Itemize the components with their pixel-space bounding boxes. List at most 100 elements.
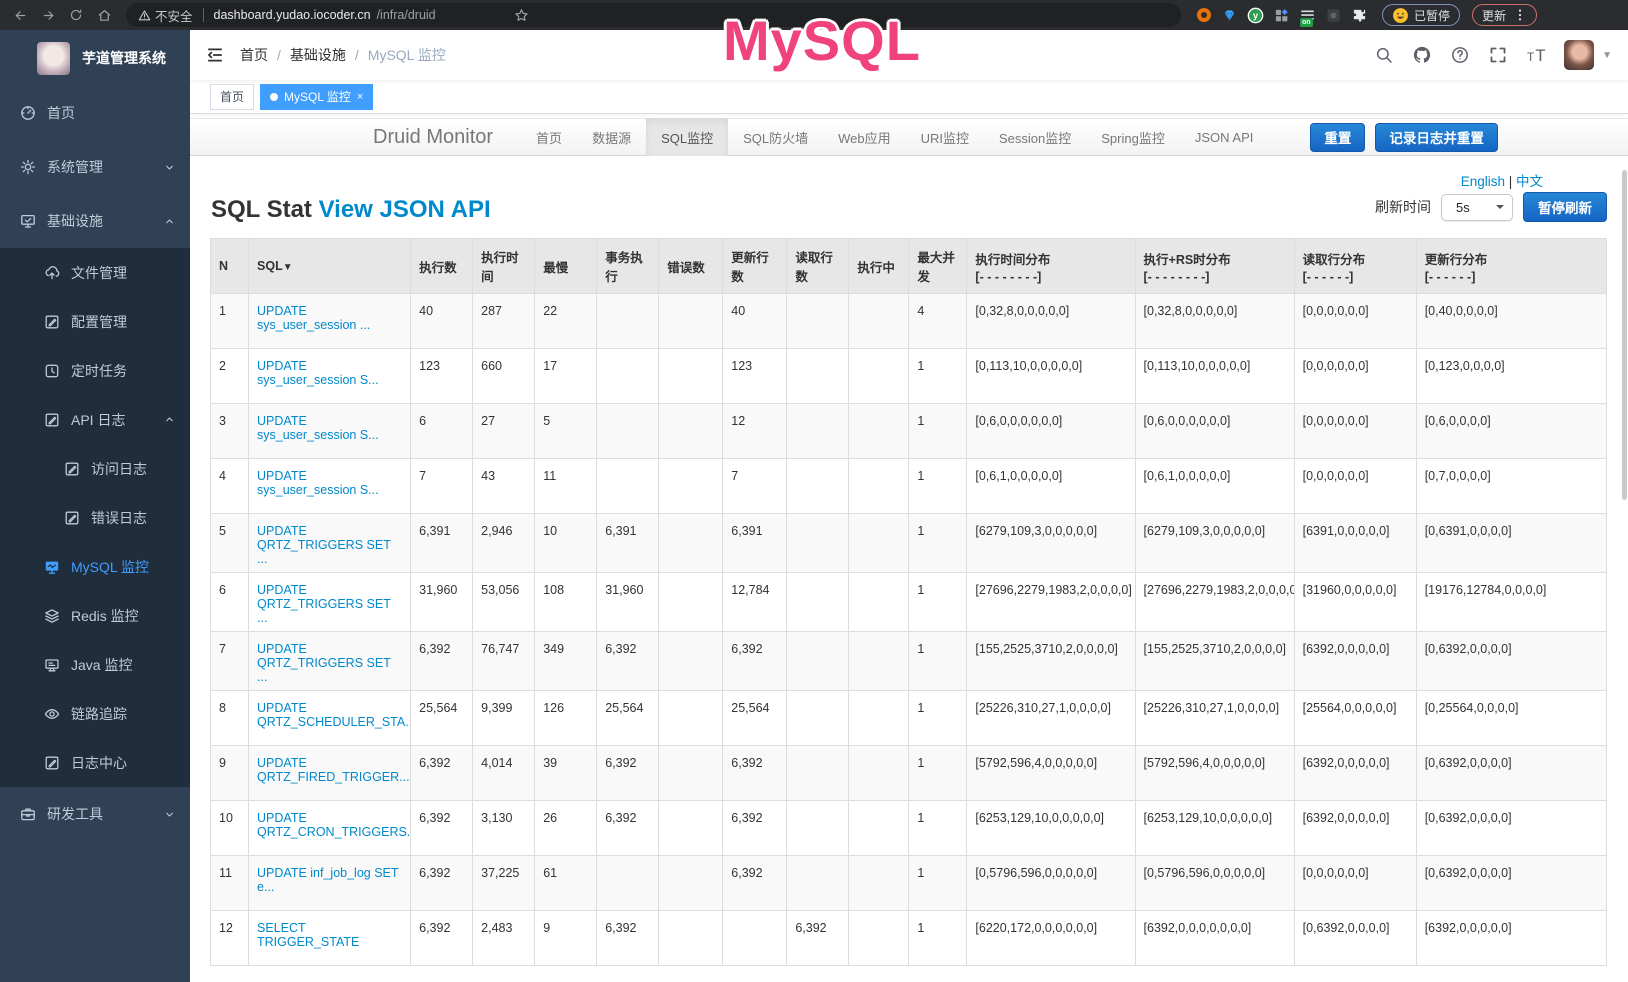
font-size-icon[interactable]: TT [1524, 46, 1548, 65]
druid-tab-4[interactable]: Web应用 [823, 118, 906, 156]
sidebar-item-10[interactable]: Redis 监控 [0, 591, 190, 640]
extensions-puzzle-icon[interactable] [1351, 7, 1368, 24]
column-header[interactable]: 读取行数 [787, 239, 849, 294]
column-header[interactable]: 读取行分布[- - - - - -] [1294, 239, 1416, 294]
column-header[interactable]: 事务执行 [597, 239, 659, 294]
sidebar-item-6[interactable]: API 日志 [0, 395, 190, 444]
druid-tab-5[interactable]: URI监控 [906, 118, 984, 156]
sidebar-item-5[interactable]: 定时任务 [0, 346, 190, 395]
log-and-reset-button[interactable]: 记录日志并重置 [1375, 123, 1498, 152]
extension-gem-icon[interactable] [1221, 7, 1238, 24]
lang-english-link[interactable]: English [1461, 174, 1505, 189]
user-caret-down-icon[interactable]: ▼ [1602, 50, 1612, 61]
sql-link[interactable]: UPDATE sys_user_session S... [257, 469, 379, 497]
extension-y-icon[interactable]: y [1247, 7, 1264, 24]
github-icon[interactable] [1410, 46, 1434, 64]
sql-link[interactable]: UPDATE sys_user_session S... [257, 414, 379, 442]
druid-tab-7[interactable]: Spring监控 [1086, 118, 1180, 156]
druid-tab-8[interactable]: JSON API [1180, 118, 1269, 156]
sidebar-item-4[interactable]: 配置管理 [0, 297, 190, 346]
refresh-interval-select[interactable]: 5s [1441, 194, 1513, 221]
sidebar-item-2[interactable]: 基础设施 [0, 194, 190, 248]
sql-link[interactable]: UPDATE QRTZ_TRIGGERS SET ... [257, 524, 391, 566]
sidebar-item-14[interactable]: 研发工具 [0, 787, 190, 841]
sql-cell: UPDATE inf_job_log SET e... [249, 856, 411, 911]
column-header[interactable]: 错误数 [659, 239, 723, 294]
page-scrollbar[interactable] [1622, 170, 1627, 500]
user-avatar[interactable] [1564, 40, 1594, 70]
address-bar[interactable]: 不安全 dashboard.yudao.iocoder.cn/infra/dru… [126, 3, 1181, 27]
column-header[interactable]: SQL▼ [249, 239, 411, 294]
druid-tab-2[interactable]: SQL监控 [646, 118, 728, 156]
data-cell: 37,225 [473, 856, 535, 911]
druid-tab-1[interactable]: 数据源 [577, 118, 646, 156]
extension-donut-icon[interactable] [1195, 7, 1212, 24]
sql-link[interactable]: UPDATE sys_user_session ... [257, 304, 370, 332]
kebab-menu-icon[interactable] [1513, 8, 1527, 22]
extension-dark-icon[interactable] [1325, 7, 1342, 24]
sidebar-item-0[interactable]: 首页 [0, 86, 190, 140]
sql-link[interactable]: UPDATE QRTZ_FIRED_TRIGGER... [257, 756, 410, 784]
column-header[interactable]: 执行中 [849, 239, 909, 294]
profile-paused-pill[interactable]: 已暂停 [1382, 4, 1460, 26]
sql-link[interactable]: UPDATE QRTZ_TRIGGERS SET ... [257, 642, 391, 684]
column-header[interactable]: 最大并发 [909, 239, 967, 294]
pause-refresh-button[interactable]: 暂停刷新 [1523, 192, 1607, 222]
column-header[interactable]: 更新行分布[- - - - - -] [1416, 239, 1606, 294]
data-cell [659, 856, 723, 911]
sql-link[interactable]: UPDATE QRTZ_SCHEDULER_STA... [257, 701, 411, 729]
back-icon[interactable] [8, 3, 32, 27]
column-header[interactable]: 执行时间 [473, 239, 535, 294]
chevron-down-icon [163, 161, 176, 174]
data-cell: 31,960 [411, 573, 473, 632]
sidebar-item-12[interactable]: 链路追踪 [0, 689, 190, 738]
search-icon[interactable] [1372, 46, 1396, 64]
forward-icon[interactable] [36, 3, 60, 27]
extension-list-icon[interactable]: on [1299, 7, 1316, 24]
sql-link[interactable]: UPDATE QRTZ_CRON_TRIGGERS... [257, 811, 411, 839]
sidebar-fold-icon[interactable] [206, 46, 224, 64]
reload-icon[interactable] [64, 3, 88, 27]
sidebar-item-7[interactable]: 访问日志 [0, 444, 190, 493]
sidebar-item-11[interactable]: Java 监控 [0, 640, 190, 689]
lang-chinese-link[interactable]: 中文 [1516, 174, 1543, 189]
data-cell: [5792,596,4,0,0,0,0,0] [1135, 746, 1294, 801]
column-header[interactable]: N [211, 239, 249, 294]
druid-tab-6[interactable]: Session监控 [984, 118, 1086, 156]
fullscreen-icon[interactable] [1486, 46, 1510, 64]
druid-brand[interactable]: Druid Monitor [373, 126, 493, 149]
sidebar-item-9[interactable]: MySQL 监控 [0, 542, 190, 591]
sidebar-item-1[interactable]: 系统管理 [0, 140, 190, 194]
security-warning[interactable]: 不安全 [138, 6, 193, 25]
tag-0[interactable]: 首页 [210, 84, 254, 110]
sql-link[interactable]: SELECT TRIGGER_STATE [257, 921, 359, 949]
column-header[interactable]: 执行+RS时分布[- - - - - - - -] [1135, 239, 1294, 294]
home-icon[interactable] [92, 3, 116, 27]
column-header[interactable]: 执行时间分布[- - - - - - - -] [967, 239, 1135, 294]
sidebar-item-13[interactable]: 日志中心 [0, 738, 190, 787]
sidebar-item-8[interactable]: 错误日志 [0, 493, 190, 542]
column-header[interactable]: 最慢 [535, 239, 597, 294]
tag-close-icon[interactable]: × [357, 91, 363, 103]
breadcrumb-home[interactable]: 首页 [240, 45, 268, 65]
sql-link[interactable]: UPDATE sys_user_session S... [257, 359, 379, 387]
breadcrumb-infra[interactable]: 基础设施 [290, 45, 346, 65]
extension-blocks-icon[interactable] [1273, 7, 1290, 24]
sql-link[interactable]: UPDATE QRTZ_TRIGGERS SET ... [257, 583, 391, 625]
reset-button[interactable]: 重置 [1310, 123, 1365, 152]
data-cell: 25,564 [411, 691, 473, 746]
tag-1[interactable]: MySQL 监控× [260, 84, 373, 110]
browser-update-pill[interactable]: 更新 [1472, 4, 1537, 26]
druid-tab-0[interactable]: 首页 [521, 118, 577, 156]
help-icon[interactable] [1448, 46, 1472, 64]
druid-tab-3[interactable]: SQL防火墙 [728, 118, 823, 156]
bookmark-star-icon[interactable] [514, 8, 529, 23]
column-header[interactable]: 更新行数 [723, 239, 787, 294]
sql-link[interactable]: UPDATE inf_job_log SET e... [257, 866, 398, 894]
column-header[interactable]: 执行数 [411, 239, 473, 294]
data-cell: [6391,0,0,0,0,0] [1294, 514, 1416, 573]
view-json-api-link[interactable]: View JSON API [319, 196, 491, 223]
data-cell: [0,113,10,0,0,0,0,0] [967, 349, 1135, 404]
sidebar-item-3[interactable]: 文件管理 [0, 248, 190, 297]
sidebar-item-label: MySQL 监控 [71, 557, 149, 577]
